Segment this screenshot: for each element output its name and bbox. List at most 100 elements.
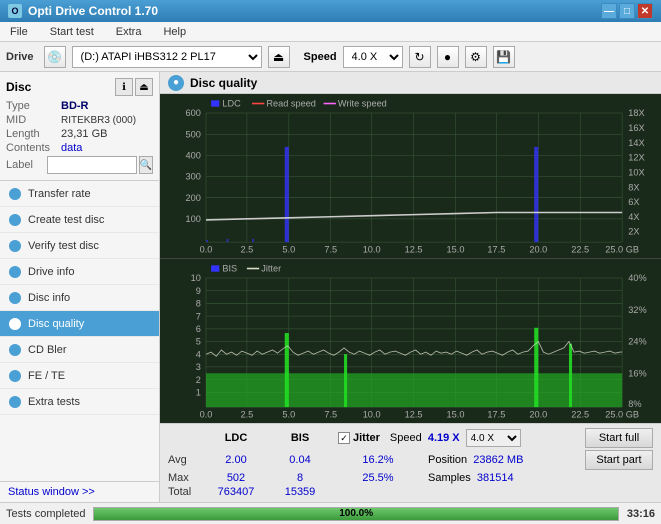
svg-text:7.5: 7.5 xyxy=(324,410,337,420)
position-value: 23862 MB xyxy=(473,454,523,466)
content-area: ● Disc quality xyxy=(160,72,661,502)
svg-text:3: 3 xyxy=(196,362,201,372)
progress-text: 100.0% xyxy=(94,508,617,520)
menu-start-test[interactable]: Start test xyxy=(44,24,100,40)
disc-mid-value: RITEKBR3 (000) xyxy=(61,115,136,126)
disc-quality-icon xyxy=(9,318,21,330)
drive-icon-button[interactable]: 💿 xyxy=(44,46,66,68)
disc-label-button[interactable]: 🔍 xyxy=(139,156,153,174)
sidebar-item-create-test-disc[interactable]: Create test disc xyxy=(0,207,159,233)
sidebar-item-drive-info[interactable]: Drive info xyxy=(0,259,159,285)
svg-text:7: 7 xyxy=(196,311,201,321)
drive-info-icon xyxy=(9,266,21,278)
disc-button[interactable]: ● xyxy=(437,46,459,68)
menu-help[interactable]: Help xyxy=(157,24,192,40)
svg-text:17.5: 17.5 xyxy=(487,410,505,420)
speed-select-stats[interactable]: 4.0 X xyxy=(466,429,521,447)
svg-text:6: 6 xyxy=(196,324,201,334)
minimize-button[interactable]: — xyxy=(601,3,617,19)
avg-label: Avg xyxy=(168,454,204,466)
refresh-button[interactable]: ↻ xyxy=(409,46,431,68)
save-button[interactable]: 💾 xyxy=(493,46,515,68)
svg-text:16X: 16X xyxy=(628,123,645,133)
eject-button[interactable]: ⏏ xyxy=(268,46,290,68)
svg-text:18X: 18X xyxy=(628,108,645,118)
svg-text:10X: 10X xyxy=(628,167,645,177)
speed-header: Speed 4.19 X xyxy=(390,432,460,444)
status-window-button[interactable]: Status window >> xyxy=(0,481,159,502)
stats-header-row: LDC BIS ✓ Jitter Speed 4.19 X 4.0 X Star… xyxy=(168,428,653,448)
svg-text:0.0: 0.0 xyxy=(200,245,213,255)
sidebar-item-disc-info[interactable]: Disc info xyxy=(0,285,159,311)
sidebar: Disc ℹ ⏏ Type BD-R MID RITEKBR3 (000) Le… xyxy=(0,72,160,502)
total-ldc: 763407 xyxy=(204,486,268,498)
svg-text:20.0: 20.0 xyxy=(529,410,547,420)
main-layout: Disc ℹ ⏏ Type BD-R MID RITEKBR3 (000) Le… xyxy=(0,72,661,502)
start-part-button[interactable]: Start part xyxy=(585,450,653,470)
svg-text:8: 8 xyxy=(196,298,201,308)
disc-type-row: Type BD-R xyxy=(6,100,153,112)
drive-info-label: Drive info xyxy=(28,266,74,278)
status-window-label: Status window >> xyxy=(8,486,95,498)
svg-text:100: 100 xyxy=(186,214,201,224)
menu-extra[interactable]: Extra xyxy=(110,24,148,40)
svg-text:12.5: 12.5 xyxy=(405,245,423,255)
nav-items: Transfer rate Create test disc Verify te… xyxy=(0,181,159,481)
fe-te-label: FE / TE xyxy=(28,370,65,382)
start-full-button[interactable]: Start full xyxy=(585,428,653,448)
titlebar: O Opti Drive Control 1.70 — □ ✕ xyxy=(0,0,661,22)
svg-text:6X: 6X xyxy=(628,197,640,207)
avg-jitter: 16.2% xyxy=(338,454,418,466)
svg-text:Read speed: Read speed xyxy=(266,99,316,109)
max-ldc: 502 xyxy=(204,472,268,484)
total-bis: 15359 xyxy=(268,486,332,498)
svg-text:9: 9 xyxy=(196,286,201,296)
sidebar-item-extra-tests[interactable]: Extra tests xyxy=(0,389,159,415)
app-icon: O xyxy=(8,4,22,18)
sidebar-item-fe-te[interactable]: FE / TE xyxy=(0,363,159,389)
close-button[interactable]: ✕ xyxy=(637,3,653,19)
disc-info-label: Disc info xyxy=(28,292,70,304)
transfer-rate-label: Transfer rate xyxy=(28,188,91,200)
svg-text:12X: 12X xyxy=(628,153,645,163)
upper-chart: 600 500 400 300 200 100 18X 16X 14X 12X … xyxy=(160,94,661,259)
svg-text:5.0: 5.0 xyxy=(282,410,295,420)
transfer-rate-icon xyxy=(9,188,21,200)
svg-text:10.0: 10.0 xyxy=(363,245,381,255)
menu-file[interactable]: File xyxy=(4,24,34,40)
disc-contents-row: Contents data xyxy=(6,142,153,154)
maximize-button[interactable]: □ xyxy=(619,3,635,19)
speed-select[interactable]: 4.0 X xyxy=(343,46,403,68)
speed-label: Speed xyxy=(304,51,337,63)
disc-length-row: Length 23,31 GB xyxy=(6,128,153,140)
disc-contents-value: data xyxy=(61,142,82,154)
svg-text:8%: 8% xyxy=(628,399,641,409)
disc-label-input[interactable] xyxy=(47,156,137,174)
sidebar-item-cd-bler[interactable]: CD Bler xyxy=(0,337,159,363)
svg-text:8X: 8X xyxy=(628,182,640,192)
svg-text:Jitter: Jitter xyxy=(261,264,281,274)
disc-eject-icon[interactable]: ⏏ xyxy=(135,78,153,96)
drive-select[interactable]: (D:) ATAPI iHBS312 2 PL17 xyxy=(72,46,262,68)
svg-text:10: 10 xyxy=(191,273,201,283)
sidebar-item-disc-quality[interactable]: Disc quality xyxy=(0,311,159,337)
sidebar-item-verify-test-disc[interactable]: Verify test disc xyxy=(0,233,159,259)
max-bis: 8 xyxy=(268,472,332,484)
stats-panel: LDC BIS ✓ Jitter Speed 4.19 X 4.0 X Star… xyxy=(160,423,661,502)
disc-mid-row: MID RITEKBR3 (000) xyxy=(6,114,153,126)
svg-text:600: 600 xyxy=(186,108,201,118)
svg-text:5: 5 xyxy=(196,337,201,347)
disc-quality-header: ● Disc quality xyxy=(160,72,661,94)
samples-row: Samples 381514 xyxy=(428,472,514,484)
lower-chart: 10 9 8 7 6 5 4 3 2 1 40% 32% 24% 16% 8% xyxy=(160,259,661,423)
total-label: Total xyxy=(168,486,204,498)
disc-length-value: 23,31 GB xyxy=(61,128,107,140)
jitter-checkbox[interactable]: ✓ xyxy=(338,432,350,444)
disc-info-icon[interactable]: ℹ xyxy=(115,78,133,96)
settings-button[interactable]: ⚙ xyxy=(465,46,487,68)
sidebar-item-transfer-rate[interactable]: Transfer rate xyxy=(0,181,159,207)
position-label: Position xyxy=(428,454,467,466)
svg-text:5.0: 5.0 xyxy=(282,245,295,255)
stats-max-row: Max 502 8 25.5% Samples 381514 xyxy=(168,472,653,484)
svg-text:4: 4 xyxy=(196,349,201,359)
